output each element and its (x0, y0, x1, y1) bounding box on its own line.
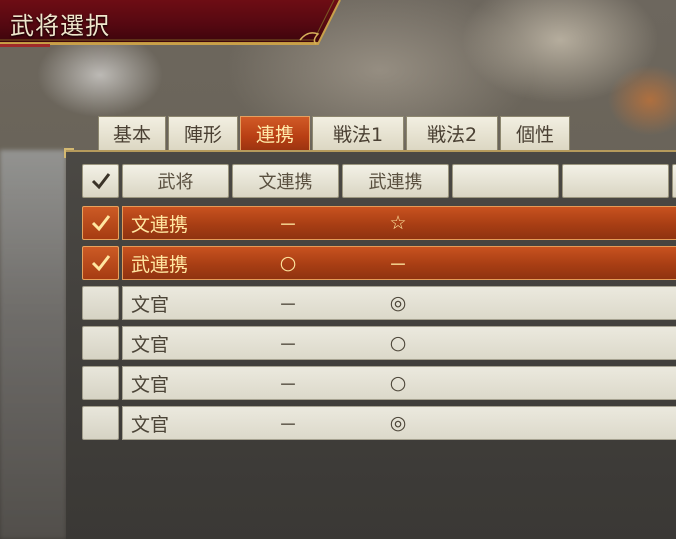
tab-personality[interactable]: 個性 (500, 116, 570, 150)
column-header-empty-1[interactable] (452, 164, 559, 198)
title-underline (0, 44, 50, 47)
table-row[interactable]: 文官 － ○ (122, 326, 676, 360)
column-header-civil-cooperation[interactable]: 文連携 (232, 164, 339, 198)
tab-basic[interactable]: 基本 (98, 116, 166, 150)
row-military-cooperation: ○ (389, 372, 407, 394)
table-row[interactable]: 文官 － ○ (122, 366, 676, 400)
panel-corner-ornament (64, 148, 74, 158)
row-general-name: 文官 (131, 413, 170, 436)
column-header-military-cooperation[interactable]: 武連携 (342, 164, 449, 198)
row-checkbox[interactable] (82, 246, 119, 280)
row-checkbox[interactable] (82, 206, 119, 240)
row-general-name: 文連携 (131, 213, 189, 236)
row-military-cooperation: ☆ (389, 212, 407, 234)
tab-bar: 基本 陣形 連携 戦法1 戦法2 個性 (98, 116, 570, 150)
row-checkbox[interactable] (82, 406, 119, 440)
column-header-empty-2[interactable] (562, 164, 669, 198)
row-general-name: 文官 (131, 293, 170, 316)
tab-tactic-1[interactable]: 戦法1 (312, 116, 404, 150)
select-all-checkbox[interactable] (82, 164, 119, 198)
row-general-name: 文官 (131, 333, 170, 356)
table-row[interactable]: 文官 － ◎ (122, 286, 676, 320)
table-row[interactable]: 文官 － ◎ (122, 406, 676, 440)
check-icon (91, 215, 110, 232)
column-header-general[interactable]: 武将 (122, 164, 229, 198)
check-icon (91, 173, 110, 190)
column-header-empty-3[interactable] (672, 164, 676, 198)
row-civil-cooperation: － (278, 213, 298, 236)
row-general-name: 武連携 (131, 253, 189, 276)
row-checkbox[interactable] (82, 286, 119, 320)
title-bar-ornament (0, 0, 341, 45)
tab-cooperation[interactable]: 連携 (240, 116, 310, 150)
tab-formation[interactable]: 陣形 (168, 116, 238, 150)
tab-tactic-2[interactable]: 戦法2 (406, 116, 498, 150)
row-civil-cooperation: － (278, 413, 298, 436)
row-civil-cooperation: － (278, 293, 298, 316)
row-civil-cooperation: － (278, 333, 298, 356)
row-general-name: 文官 (131, 373, 170, 396)
table-row[interactable]: 武連携 ○ － (122, 246, 676, 280)
background-left-glow (0, 150, 66, 539)
row-military-cooperation: ◎ (389, 412, 407, 434)
row-checkbox[interactable] (82, 326, 119, 360)
check-icon (91, 255, 110, 272)
row-military-cooperation: － (388, 253, 408, 276)
row-civil-cooperation: － (278, 373, 298, 396)
row-military-cooperation: ○ (389, 332, 407, 354)
row-military-cooperation: ◎ (389, 292, 407, 314)
row-checkbox[interactable] (82, 366, 119, 400)
table-row[interactable]: 文連携 － ☆ (122, 206, 676, 240)
row-civil-cooperation: ○ (279, 252, 297, 274)
